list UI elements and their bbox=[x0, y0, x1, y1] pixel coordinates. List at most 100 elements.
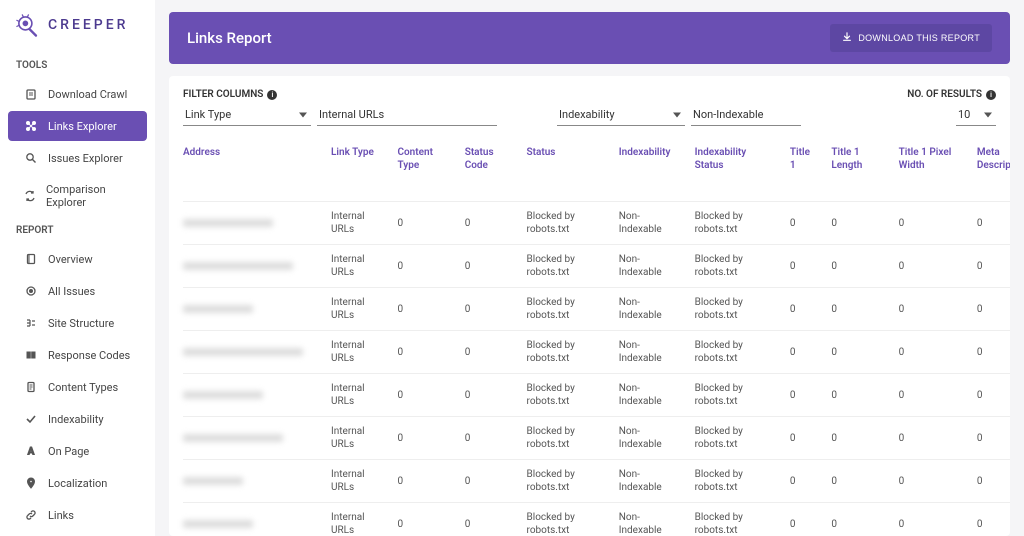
table-cell: 0 bbox=[891, 202, 969, 245]
table-row[interactable]: Internal URLs00Blocked by robots.txtNon-… bbox=[183, 417, 1010, 460]
search-icon bbox=[24, 151, 38, 165]
logo[interactable]: CREEPER bbox=[0, 0, 155, 54]
table-cell bbox=[183, 202, 323, 245]
logo-text: CREEPER bbox=[48, 17, 128, 33]
sidebar-item-label: Response Codes bbox=[48, 349, 130, 362]
table-cell bbox=[183, 503, 323, 536]
column-header[interactable]: Status Code bbox=[457, 136, 519, 202]
table-cell bbox=[183, 460, 323, 503]
content-card: FILTER COLUMNS i Link Type Internal URLs bbox=[169, 76, 1010, 536]
table-cell: Blocked by robots.txt bbox=[687, 331, 782, 374]
table-row[interactable]: Internal URLs00Blocked by robots.txtNon-… bbox=[183, 374, 1010, 417]
column-header[interactable]: Title 1 bbox=[782, 136, 823, 202]
sidebar-item-content-types[interactable]: Content Types bbox=[8, 372, 147, 402]
table-cell: Internal URLs bbox=[323, 374, 389, 417]
sidebar-item-all-issues[interactable]: All Issues bbox=[8, 276, 147, 306]
table-cell: 0 bbox=[891, 417, 969, 460]
a-icon: A bbox=[24, 444, 38, 458]
filter-value-link-type[interactable]: Internal URLs bbox=[317, 104, 497, 126]
sidebar-item-download-crawl[interactable]: Download Crawl bbox=[8, 79, 147, 109]
column-header[interactable]: Indexability bbox=[611, 136, 687, 202]
sidebar-item-overview[interactable]: Overview bbox=[8, 244, 147, 274]
table-cell bbox=[183, 245, 323, 288]
column-header[interactable]: Indexability Status bbox=[687, 136, 782, 202]
results-table-wrap[interactable]: AddressLink TypeContent TypeStatus CodeS… bbox=[169, 136, 1010, 536]
table-cell bbox=[183, 374, 323, 417]
table-cell: 0 bbox=[389, 374, 456, 417]
filter-value-indexability[interactable]: Non-Indexable bbox=[691, 104, 801, 126]
sidebar-item-issues-explorer[interactable]: Issues Explorer bbox=[8, 143, 147, 173]
table-cell: 0 bbox=[823, 503, 890, 536]
table-cell: Non-Indexable bbox=[611, 417, 687, 460]
main: Links Report DOWNLOAD THIS REPORT FILTER… bbox=[155, 0, 1024, 536]
table-row[interactable]: Internal URLs00Blocked by robots.txtNon-… bbox=[183, 245, 1010, 288]
table-cell: 0 bbox=[457, 202, 519, 245]
column-header[interactable]: Meta Description 1 bbox=[969, 136, 1010, 202]
table-cell: Internal URLs bbox=[323, 460, 389, 503]
table-cell: 0 bbox=[969, 202, 1010, 245]
table-cell: 0 bbox=[891, 245, 969, 288]
table-cell: 0 bbox=[823, 331, 890, 374]
table-cell: Internal URLs bbox=[323, 331, 389, 374]
table-row[interactable]: Internal URLs00Blocked by robots.txtNon-… bbox=[183, 460, 1010, 503]
column-header[interactable]: Address bbox=[183, 136, 323, 202]
table-cell: Internal URLs bbox=[323, 245, 389, 288]
table-row[interactable]: Internal URLs00Blocked by robots.txtNon-… bbox=[183, 503, 1010, 536]
table-row[interactable]: Internal URLs00Blocked by robots.txtNon-… bbox=[183, 202, 1010, 245]
table-cell: 0 bbox=[389, 245, 456, 288]
table-cell: 0 bbox=[823, 417, 890, 460]
table-row[interactable]: Internal URLs00Blocked by robots.txtNon-… bbox=[183, 288, 1010, 331]
sidebar-item-indexability[interactable]: Indexability bbox=[8, 404, 147, 434]
table-cell: Blocked by robots.txt bbox=[519, 374, 611, 417]
report-heading: REPORT bbox=[0, 219, 155, 242]
info-icon[interactable]: i bbox=[267, 90, 277, 100]
info-icon[interactable]: i bbox=[986, 90, 996, 100]
sidebar-item-label: Download Crawl bbox=[48, 88, 127, 101]
sidebar-item-comparison-explorer[interactable]: Comparison Explorer bbox=[8, 175, 147, 217]
sidebar-item-label: Content Types bbox=[48, 381, 118, 394]
sidebar-item-site-structure[interactable]: Site Structure bbox=[8, 308, 147, 338]
filter-bar: FILTER COLUMNS i Link Type Internal URLs bbox=[169, 76, 1010, 126]
table-cell: 0 bbox=[389, 417, 456, 460]
table-cell: 0 bbox=[782, 245, 823, 288]
table-row[interactable]: Internal URLs00Blocked by robots.txtNon-… bbox=[183, 331, 1010, 374]
sidebar-item-links-explorer[interactable]: Links Explorer bbox=[8, 111, 147, 141]
sidebar-item-response-codes[interactable]: Response Codes bbox=[8, 340, 147, 370]
table-cell: Blocked by robots.txt bbox=[687, 288, 782, 331]
filter-dropdown-indexability[interactable]: Indexability bbox=[557, 104, 685, 126]
table-cell: Blocked by robots.txt bbox=[519, 417, 611, 460]
results-per-page-select[interactable]: 10 bbox=[956, 104, 996, 126]
column-header[interactable]: Title 1 Length bbox=[823, 136, 890, 202]
column-header[interactable]: Link Type bbox=[323, 136, 389, 202]
sidebar-item-links[interactable]: Links bbox=[8, 500, 147, 530]
table-cell: 0 bbox=[891, 288, 969, 331]
chevron-down-icon bbox=[673, 112, 681, 117]
sidebar-item-label: Localization bbox=[48, 477, 107, 490]
sidebar-item-on-page[interactable]: AOn Page bbox=[8, 436, 147, 466]
sidebar-item-localization[interactable]: Localization bbox=[8, 468, 147, 498]
dot-icon bbox=[24, 284, 38, 298]
sidebar-item-label: Links bbox=[48, 509, 74, 522]
column-header[interactable]: Status bbox=[519, 136, 611, 202]
download-report-button[interactable]: DOWNLOAD THIS REPORT bbox=[830, 24, 992, 52]
column-header[interactable]: Content Type bbox=[389, 136, 456, 202]
table-cell: 0 bbox=[389, 460, 456, 503]
sidebar: CREEPER TOOLS Download CrawlLinks Explor… bbox=[0, 0, 155, 536]
table-cell: 0 bbox=[823, 245, 890, 288]
column-header[interactable]: Title 1 Pixel Width bbox=[891, 136, 969, 202]
table-cell: Internal URLs bbox=[323, 202, 389, 245]
sidebar-item-label: Indexability bbox=[48, 413, 104, 426]
book-icon bbox=[24, 252, 38, 266]
download-icon bbox=[24, 87, 38, 101]
filter-dropdown-link-type[interactable]: Link Type bbox=[183, 104, 311, 126]
table-cell: 0 bbox=[823, 288, 890, 331]
table-cell: Blocked by robots.txt bbox=[519, 331, 611, 374]
table-cell: 0 bbox=[823, 202, 890, 245]
table-cell: Non-Indexable bbox=[611, 245, 687, 288]
table-cell: 0 bbox=[823, 374, 890, 417]
chevron-down-icon bbox=[984, 112, 992, 117]
sidebar-item-label: Site Structure bbox=[48, 317, 114, 330]
table-cell: 0 bbox=[969, 503, 1010, 536]
table-cell: 0 bbox=[782, 331, 823, 374]
table-cell: Non-Indexable bbox=[611, 202, 687, 245]
